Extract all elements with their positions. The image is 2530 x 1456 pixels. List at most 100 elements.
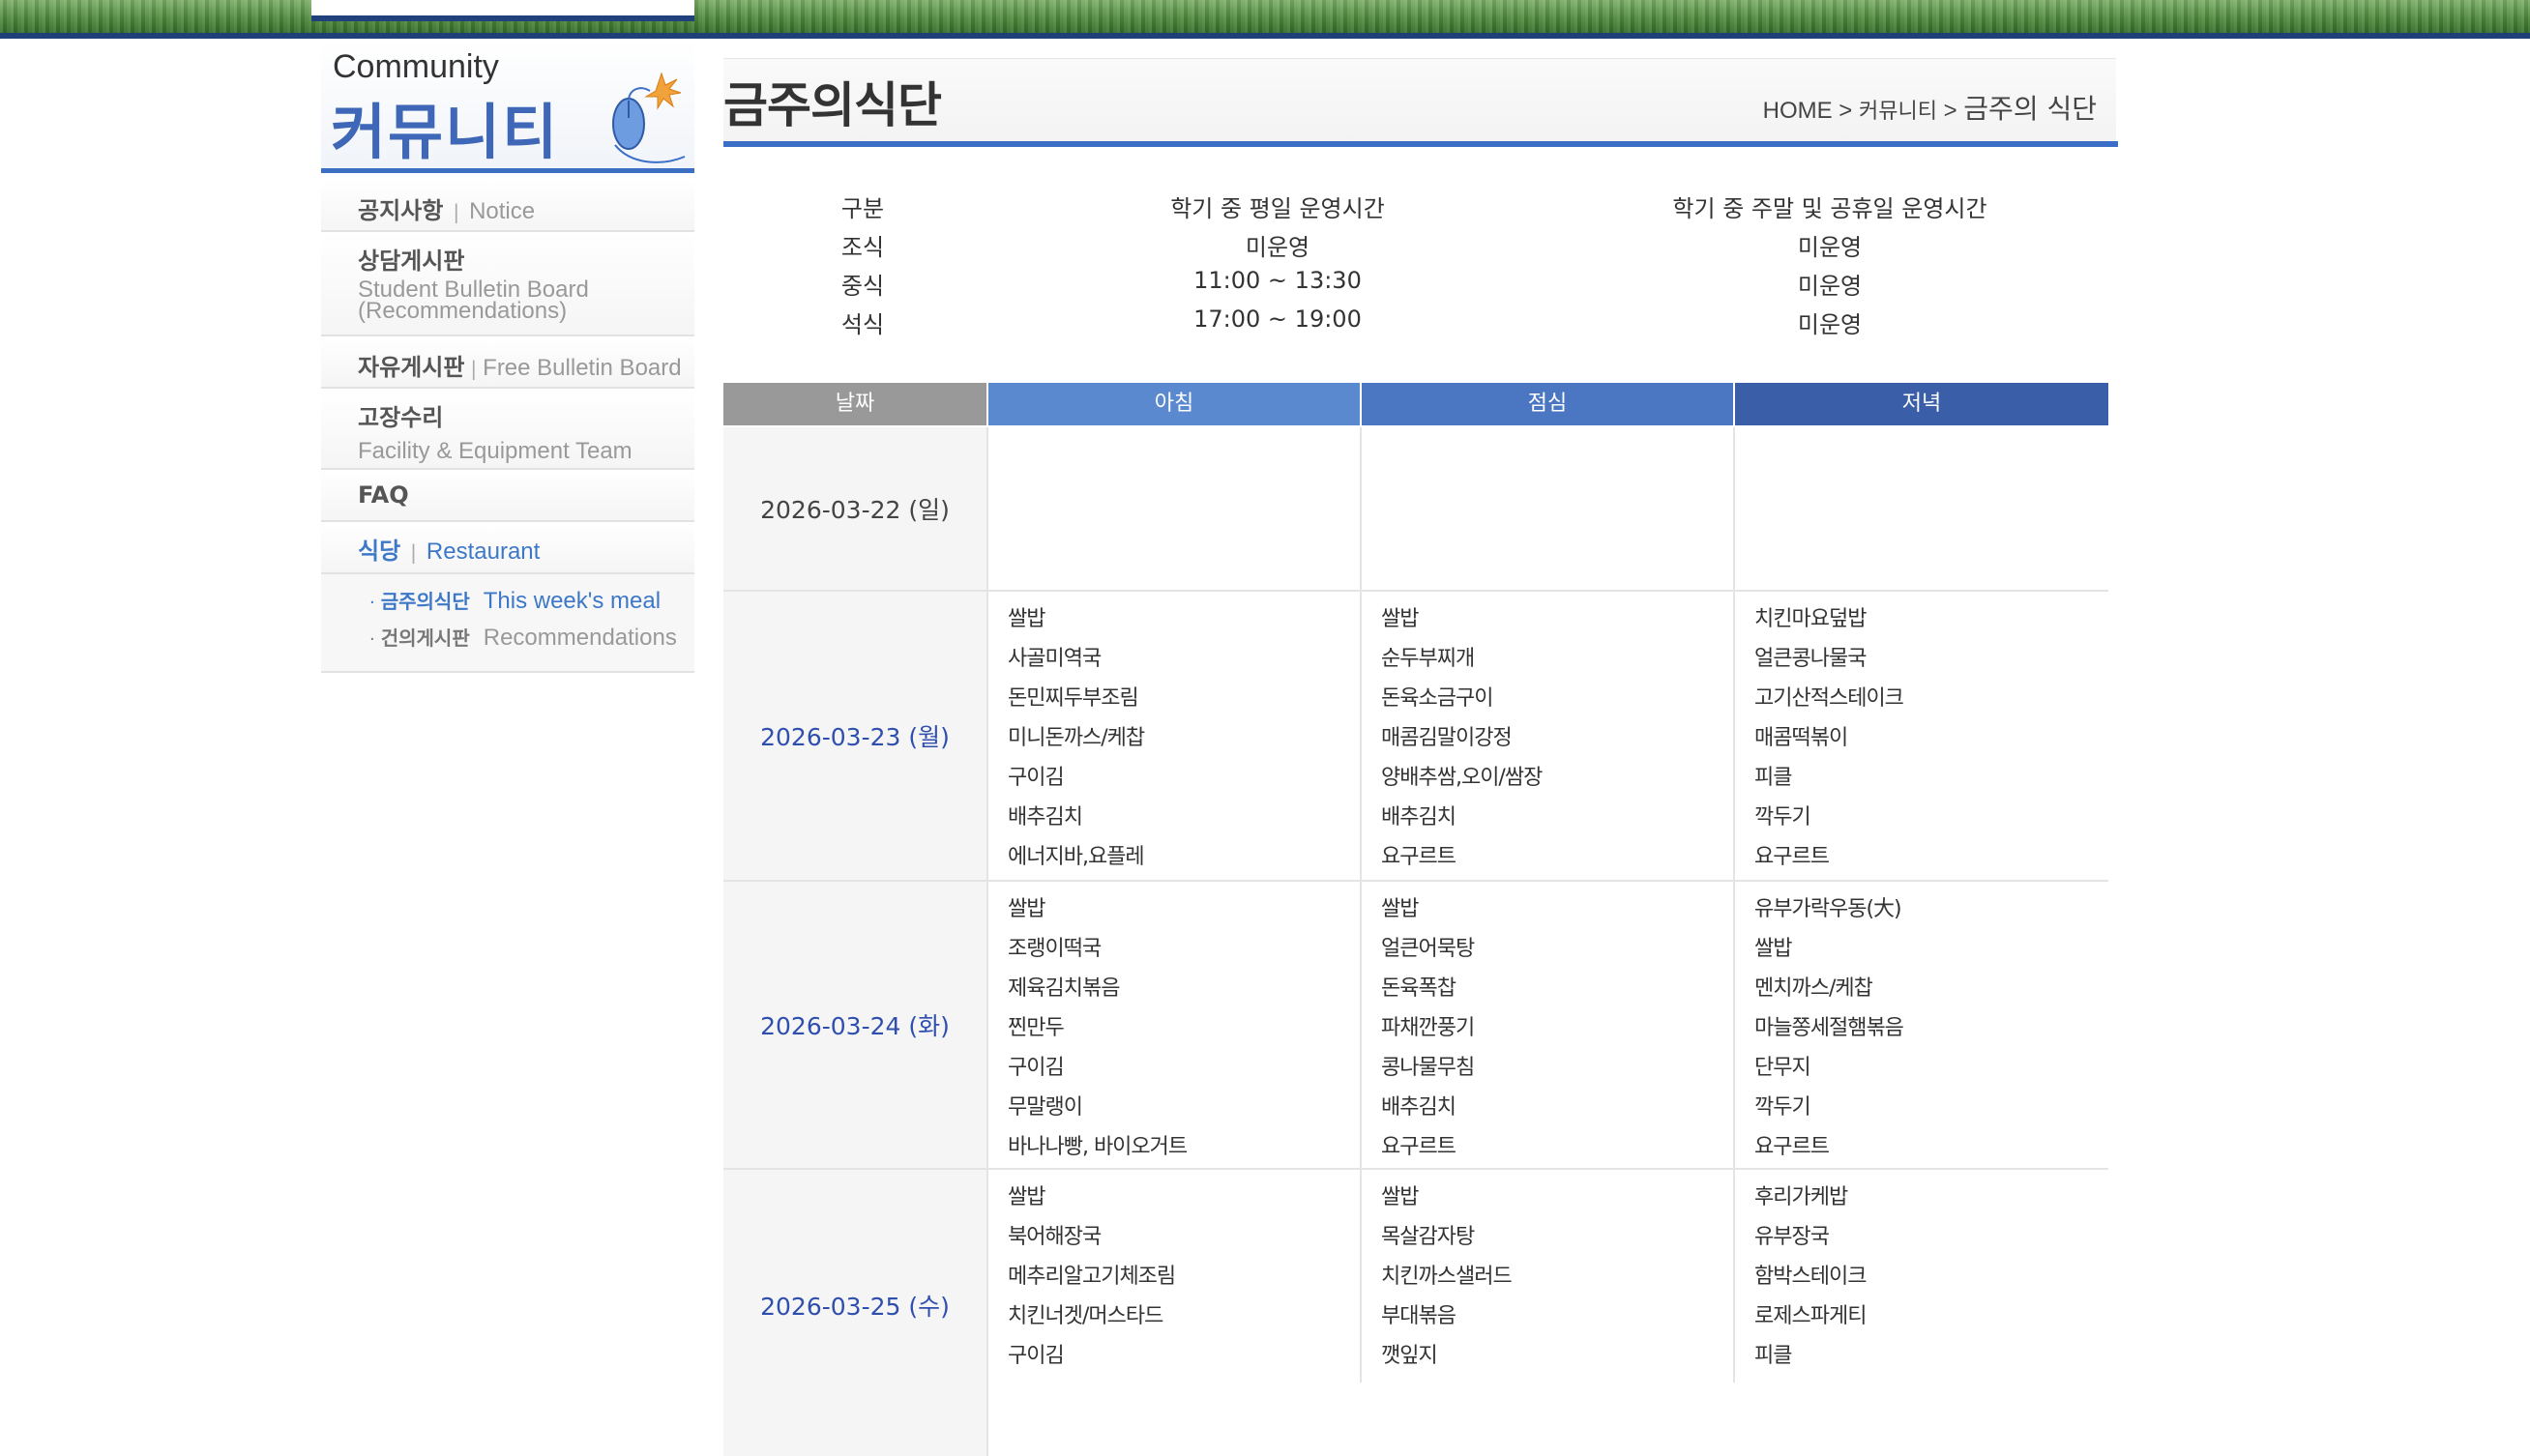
- sidebar-top-cap: [311, 0, 694, 15]
- menu-item: 순두부찌개: [1381, 647, 1475, 671]
- menu-item: 깍두기: [1754, 805, 1811, 830]
- menu-item: 매콤김말이강정: [1381, 726, 1513, 750]
- breadcrumb-community[interactable]: 커뮤니티: [1859, 100, 1937, 124]
- menu-item: 미니돈까스/케찹: [1008, 726, 1145, 750]
- hours-row: 석식 17:00 ~ 19:00 미운영: [840, 306, 1863, 338]
- menu-item: 쌀밥: [1381, 897, 1419, 921]
- table-row: 2026-03-24 (화) 쌀밥 조랭이떡국 제육김치볶음 찐만두 구이김 무…: [723, 882, 2108, 1170]
- sidebar-item-label-ko: 상담게시판: [358, 248, 465, 275]
- menu-item: 파채깐풍기: [1381, 1016, 1475, 1040]
- column-header-breakfast: 아침: [988, 383, 1360, 425]
- menu-item: 피클: [1754, 1344, 1792, 1368]
- menu-item: 고기산적스테이크: [1754, 686, 1904, 711]
- dinner-cell: 치킨마요덮밥 얼큰콩나물국 고기산적스테이크 매콤떡볶이 피클 깍두기 요구르트: [1735, 592, 2108, 880]
- breakfast-cell: 쌀밥 북어해장국 메추리알고기체조림 치킨너겟/머스타드 구이김: [988, 1170, 1362, 1383]
- menu-item: 얼큰어묵탕: [1381, 937, 1475, 961]
- menu-item: 메추리알고기체조림: [1008, 1265, 1176, 1289]
- sidebar-submenu: · 금주의식단 This week's meal · 건의게시판 Recommendat…: [321, 574, 694, 673]
- menu-item: 사골미역국: [1008, 647, 1102, 671]
- sidebar-item-restaurant[interactable]: 식당 | Restaurant: [321, 522, 694, 574]
- column-header-dinner: 저녁: [1735, 383, 2108, 425]
- menu-item: 돈민찌두부조림: [1008, 686, 1139, 711]
- menu-item: 쌀밥: [1381, 607, 1419, 631]
- menu-item: 바나나빵, 바이오거트: [1008, 1135, 1188, 1159]
- menu-item: 함박스테이크: [1754, 1265, 1867, 1289]
- menu-item: 목살감자탕: [1381, 1225, 1475, 1249]
- hours-header-row: 구분 학기 중 평일 운영시간 학기 중 주말 및 공휴일 운영시간: [840, 195, 1987, 222]
- breakfast-cell: 쌀밥 조랭이떡국 제육김치볶음 찐만두 구이김 무말랭이 바나나빵, 바이오거트: [988, 882, 1362, 1168]
- menu-item: 단무지: [1754, 1056, 1811, 1080]
- menu-item: 부대볶음: [1381, 1304, 1456, 1328]
- header-underline: [723, 141, 2118, 147]
- menu-item: 요구르트: [1754, 1135, 1830, 1159]
- dinner-cell: 후리가케밥 유부장국 함박스테이크 로제스파게티 피클: [1735, 1170, 2108, 1383]
- submenu-item-recommendations[interactable]: · 건의게시판 Recommendations: [369, 623, 677, 652]
- menu-item: 피클: [1754, 766, 1792, 790]
- breadcrumb-home[interactable]: HOME: [1763, 98, 1833, 124]
- menu-item: 얼큰콩나물국: [1754, 647, 1867, 671]
- menu-item: 구이김: [1008, 1056, 1065, 1080]
- hours-row: 중식 11:00 ~ 13:30 미운영: [840, 267, 1863, 300]
- table-row: 2026-03-25 (수) 쌀밥 북어해장국 메추리알고기체조림 치킨너겟/머…: [723, 1170, 2108, 1456]
- menu-item: 양배추쌈,오이/쌈장: [1381, 766, 1543, 790]
- sidebar-eyebrow: Community: [333, 48, 499, 85]
- menu-item: 무말랭이: [1008, 1095, 1083, 1120]
- menu-item: 치킨너겟/머스타드: [1008, 1304, 1163, 1328]
- column-header-date: 날짜: [723, 383, 986, 425]
- menu-item: 마늘쫑세절햄볶음: [1754, 1016, 1904, 1040]
- sidebar-item-facility[interactable]: 고장수리 Facility & Equipment Team: [321, 389, 694, 470]
- date-cell: 2026-03-24 (화): [723, 882, 988, 1168]
- sidebar-item-student-board[interactable]: 상담게시판 Student Bulletin Board (Recommenda…: [321, 232, 694, 336]
- menu-item: 쌀밥: [1754, 937, 1792, 961]
- menu-item: 깻잎지: [1381, 1344, 1438, 1368]
- lunch-cell: 쌀밥 목살감자탕 치킨까스샐러드 부대볶음 깻잎지: [1362, 1170, 1735, 1383]
- hours-row: 조식 미운영 미운영: [840, 234, 1863, 261]
- computer-mouse-icon: [612, 72, 686, 163]
- menu-item: 치킨마요덮밥: [1754, 607, 1867, 631]
- breadcrumb: HOME > 커뮤니티 > 금주의 식단: [1762, 93, 2097, 125]
- page-header: 금주의식단 HOME > 커뮤니티 > 금주의 식단: [723, 58, 2116, 142]
- sidebar-item-faq[interactable]: FAQ: [321, 470, 694, 522]
- menu-item: 배추김치: [1381, 1095, 1456, 1120]
- menu-item: 치킨까스샐러드: [1381, 1265, 1513, 1289]
- column-header-lunch: 점심: [1362, 383, 1733, 425]
- menu-item: 구이김: [1008, 766, 1065, 790]
- menu-item: 쌀밥: [1008, 607, 1045, 631]
- menu-item: 에너지바,요플레: [1008, 845, 1145, 869]
- menu-item: 매콤떡볶이: [1754, 726, 1848, 750]
- table-row: 2026-03-23 (월) 쌀밥 사골미역국 돈민찌두부조림 미니돈까스/케찹…: [723, 592, 2108, 882]
- lunch-cell: 쌀밥 순두부찌개 돈육소금구이 매콤김말이강정 양배추쌈,오이/쌈장 배추김치 …: [1362, 592, 1735, 880]
- menu-item: 요구르트: [1754, 845, 1830, 869]
- menu-item: 쌀밥: [1008, 1185, 1045, 1209]
- page-title: 금주의식단: [723, 77, 942, 133]
- menu-item: 돈육폭찹: [1381, 976, 1456, 1001]
- menu-item: 유부가락우동(大): [1754, 897, 1902, 921]
- lunch-cell: [1362, 427, 1735, 590]
- menu-item: 북어해장국: [1008, 1225, 1102, 1249]
- menu-item: 멘치까스/케찹: [1754, 976, 1873, 1001]
- menu-item: 요구르트: [1381, 1135, 1456, 1159]
- menu-item: 유부장국: [1754, 1225, 1830, 1249]
- lunch-cell: 쌀밥 얼큰어묵탕 돈육폭찹 파채깐풍기 콩나물무침 배추김치 요구르트: [1362, 882, 1735, 1168]
- date-cell: 2026-03-22 (일): [723, 427, 988, 590]
- breakfast-cell: 쌀밥 사골미역국 돈민찌두부조림 미니돈까스/케찹 구이김 배추김치 에너지바,…: [988, 592, 1362, 880]
- menu-item: 깍두기: [1754, 1095, 1811, 1120]
- sidebar-item-notice[interactable]: 공지사항 | Notice: [321, 180, 694, 232]
- menu-item: 후리가케밥: [1754, 1185, 1848, 1209]
- table-row: 2026-03-22 (일): [723, 427, 2108, 592]
- menu-item: 콩나물무침: [1381, 1056, 1475, 1080]
- date-cell: 2026-03-23 (월): [723, 592, 988, 880]
- sidebar-item-label-ko: 공지사항: [358, 197, 444, 224]
- breadcrumb-current: 금주의 식단: [1963, 93, 2097, 125]
- menu-item: 제육김치볶음: [1008, 976, 1120, 1001]
- menu-item: 돈육소금구이: [1381, 686, 1493, 711]
- menu-item: 배추김치: [1008, 805, 1083, 830]
- sidebar-title: 커뮤니티: [331, 97, 560, 167]
- sidebar-item-free-board[interactable]: 자유게시판 | Free Bulletin Board: [321, 336, 694, 389]
- menu-item: 쌀밥: [1008, 897, 1045, 921]
- menu-item: 쌀밥: [1381, 1185, 1419, 1209]
- sidebar-top-cap-bar: [311, 15, 694, 21]
- dinner-cell: 유부가락우동(大) 쌀밥 멘치까스/케찹 마늘쫑세절햄볶음 단무지 깍두기 요구…: [1735, 882, 2108, 1168]
- submenu-item-weekly-meal[interactable]: · 금주의식단 This week's meal: [369, 586, 661, 615]
- sidebar-header: Community 커뮤니티: [321, 39, 694, 173]
